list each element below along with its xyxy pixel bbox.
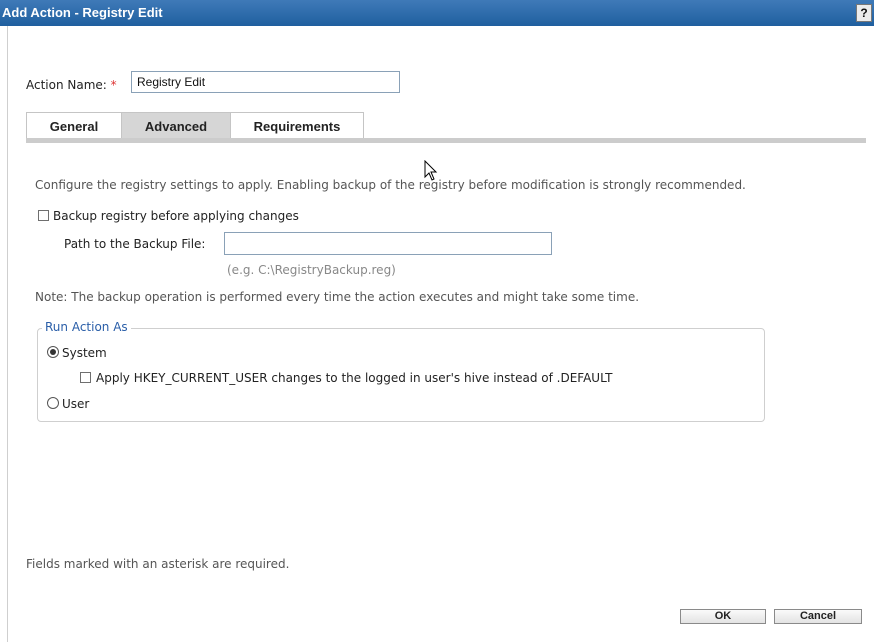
- action-name-label: Action Name:: [26, 78, 107, 92]
- hkcu-checkbox[interactable]: [80, 372, 91, 383]
- tab-underline: [26, 138, 866, 143]
- action-name-value: Registry Edit: [137, 75, 206, 89]
- tab-requirements[interactable]: Requirements: [230, 112, 364, 138]
- help-icon[interactable]: ?: [856, 4, 872, 22]
- tab-advanced-label: Advanced: [144, 119, 208, 134]
- action-name-label-group: Action Name: *: [26, 78, 117, 92]
- dialog-titlebar: Add Action - Registry Edit ?: [0, 0, 874, 26]
- tab-advanced[interactable]: Advanced: [121, 112, 231, 138]
- hkcu-checkbox-label: Apply HKEY_CURRENT_USER changes to the l…: [96, 371, 613, 385]
- required-asterisk: *: [110, 78, 117, 92]
- backup-checkbox-label: Backup registry before applying changes: [53, 209, 299, 223]
- tab-requirements-label: Requirements: [253, 119, 341, 134]
- system-radio[interactable]: [47, 346, 59, 358]
- backup-checkbox[interactable]: [38, 210, 49, 221]
- required-fields-note: Fields marked with an asterisk are requi…: [26, 557, 290, 571]
- tab-general[interactable]: General: [26, 112, 122, 138]
- ok-button[interactable]: OK: [680, 609, 766, 624]
- system-radio-dot: [50, 349, 56, 355]
- tab-general-label: General: [49, 119, 99, 134]
- action-name-input[interactable]: Registry Edit: [131, 71, 400, 93]
- backup-path-label: Path to the Backup File:: [64, 237, 206, 251]
- run-action-as-legend: Run Action As: [42, 320, 131, 334]
- advanced-description: Configure the registry settings to apply…: [35, 178, 746, 192]
- dialog-left-border: [7, 26, 8, 642]
- system-radio-label: System: [62, 346, 107, 360]
- backup-path-hint: (e.g. C:\RegistryBackup.reg): [227, 263, 396, 277]
- dialog-title: Add Action - Registry Edit: [2, 5, 163, 20]
- cancel-button[interactable]: Cancel: [774, 609, 862, 624]
- backup-note: Note: The backup operation is performed …: [35, 290, 640, 304]
- user-radio-label: User: [62, 397, 90, 411]
- user-radio[interactable]: [47, 397, 59, 409]
- backup-path-input[interactable]: [224, 232, 552, 255]
- mouse-cursor-icon: [424, 160, 438, 181]
